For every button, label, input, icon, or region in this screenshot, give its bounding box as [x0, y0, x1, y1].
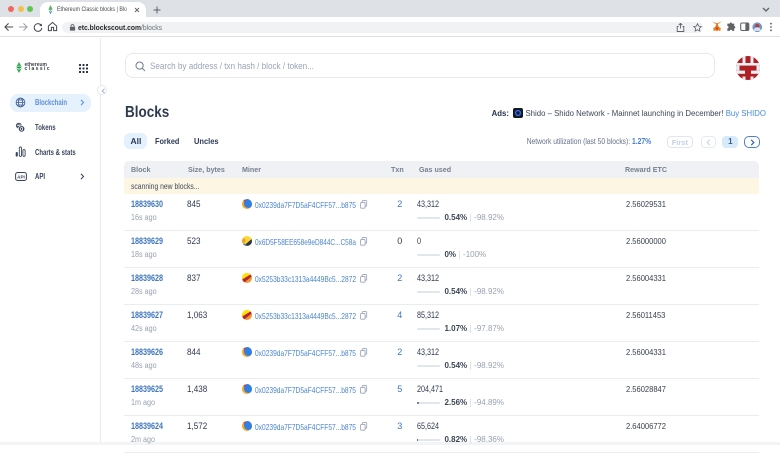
svg-text:API: API — [17, 174, 25, 179]
